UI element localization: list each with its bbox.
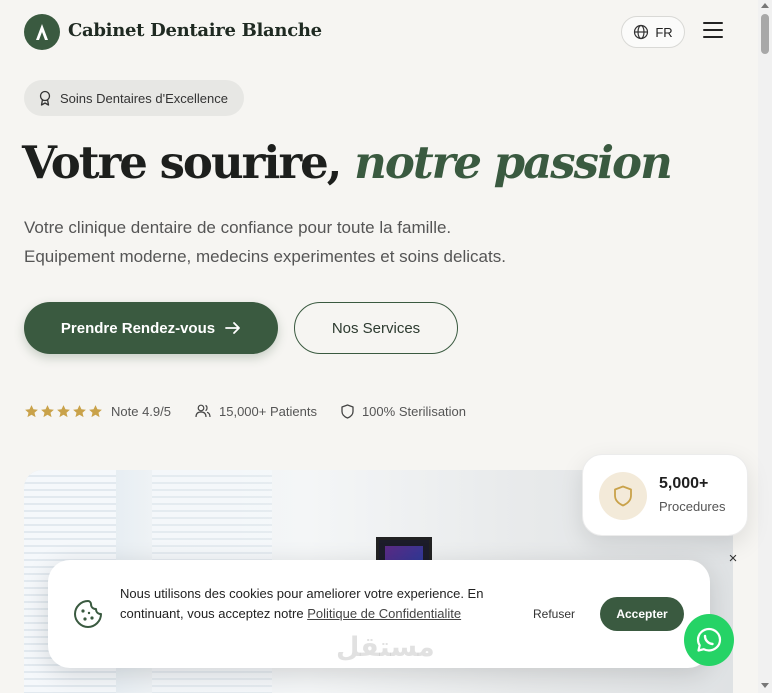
procedures-label: Procedures [659,499,726,514]
cookie-message: Nous utilisons des cookies pour ameliore… [120,584,510,624]
refuse-cookies-button[interactable]: Refuser [522,604,586,624]
hero-badge: Soins Dentaires d'Excellence [24,80,244,116]
privacy-policy-link[interactable]: Politique de Confidentialite [307,606,461,621]
close-icon[interactable]: × [725,551,741,567]
badge-label: Soins Dentaires d'Excellence [60,90,228,106]
hero-description-line: Votre clinique dentaire de confiance pou… [24,218,452,237]
trust-stats: Note 4.9/5 15,000+ Patients 100% Sterili… [24,401,490,421]
site-header: Cabinet Dentaire Blanche FR [0,0,758,64]
sterilisation-label: 100% Sterilisation [361,403,467,419]
whatsapp-button[interactable] [684,614,734,666]
star-icon [73,404,86,417]
language-switcher[interactable]: FR [621,16,685,48]
brand-name[interactable]: Cabinet Dentaire Blanche [68,20,322,41]
star-icon [25,404,38,417]
hero-title-main: Votre sourire, [22,136,355,189]
scroll-down-arrow-icon[interactable] [761,683,769,688]
scrollbar[interactable] [758,0,772,693]
hero-title: Votre sourire, notre passion [22,136,673,189]
sterilisation-stat: 100% Sterilisation [341,404,466,419]
hamburger-menu-icon[interactable] [703,22,723,40]
star-icon [57,404,70,417]
rating-label: Note 4.9/5 [111,403,171,419]
shield-icon [341,403,354,419]
rating-stars [24,404,103,419]
scroll-thumb[interactable] [761,14,769,54]
patients-label: 15,000+ Patients [219,403,317,419]
patients-stat: 15,000+ Patients [195,404,317,419]
book-appointment-label: Prendre Rendez-vous [60,319,216,337]
arrow-right-icon [225,322,241,334]
whatsapp-icon [696,627,722,652]
procedures-count: 5,000+ [659,475,709,492]
hero-title-accent: notre passion [354,136,673,189]
users-icon [195,404,211,418]
globe-icon [634,24,649,40]
services-button[interactable]: Nos Services [294,302,458,354]
scroll-up-arrow-icon[interactable] [761,3,769,8]
hero-description-line: Equipement moderne, medecins experimente… [24,247,506,266]
rating-stat: Note 4.9/5 [111,404,171,419]
language-label: FR [655,24,673,40]
hero-description: Votre clinique dentaire de confiance pou… [24,213,624,271]
procedures-card: 5,000+ Procedures [582,454,748,536]
star-icon [41,404,54,417]
shield-icon [614,485,632,507]
star-icon [89,404,102,417]
book-appointment-button[interactable]: Prendre Rendez-vous [24,302,278,354]
procedures-icon-wrap [599,472,647,520]
accept-cookies-button[interactable]: Accepter [600,597,684,631]
logo-icon[interactable] [24,14,60,50]
award-icon [39,90,51,106]
watermark-logo: مستقل [336,632,435,663]
cookie-icon [74,600,102,628]
